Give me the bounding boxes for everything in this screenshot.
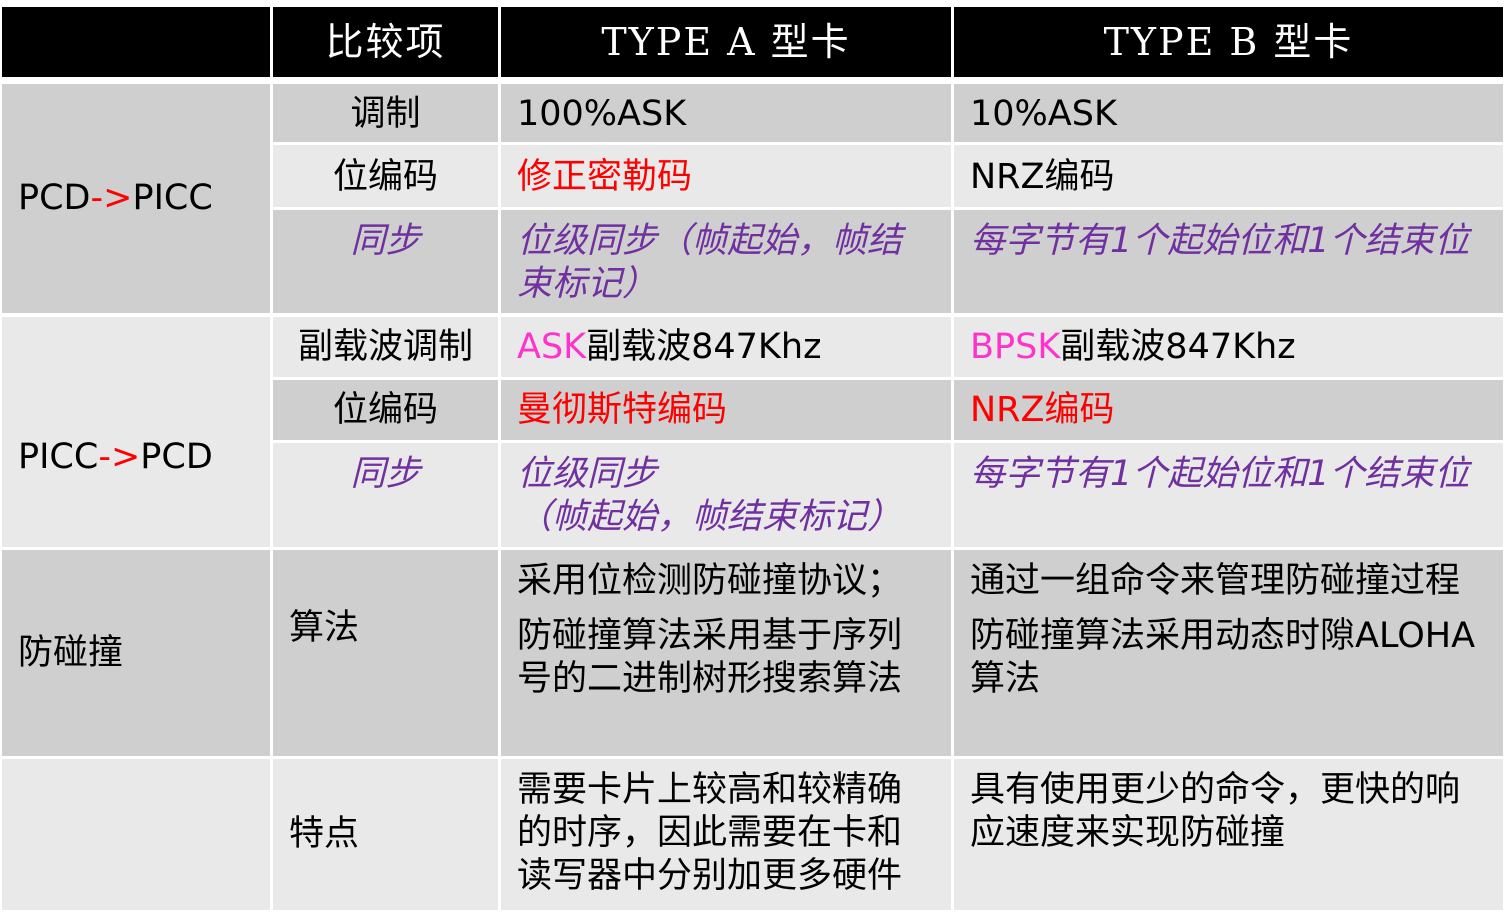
item-subcarrier-modulation: 副载波调制 bbox=[273, 317, 498, 377]
algorithm-paragraph-1: 采用位检测防碰撞协议； bbox=[517, 561, 903, 601]
item-modulation: 调制 bbox=[273, 84, 498, 142]
group-label-pcd: PCD bbox=[140, 436, 213, 477]
group-label-picc: PICC bbox=[18, 436, 99, 477]
algorithm-paragraph-2: 防碰撞算法采用基于序列号的二进制树形搜索算法 bbox=[517, 616, 903, 699]
algorithm-paragraph-1: 通过一组命令来管理防碰撞过程 bbox=[970, 561, 1461, 601]
group-anticollision: 防碰撞 bbox=[2, 550, 270, 756]
header-cell-item: 比较项 bbox=[273, 7, 498, 77]
item-algorithm: 算法 bbox=[273, 550, 498, 756]
direction-arrow: -> bbox=[90, 178, 133, 218]
type-a-sync: 位级同步 （帧起始，帧结束标记） bbox=[501, 443, 951, 547]
algorithm-paragraph-2: 防碰撞算法采用动态时隙ALOHA算法 bbox=[970, 616, 1476, 699]
comparison-table: 比较项 TYPE A 型卡 TYPE B 型卡 PCD -> PICC 调制 100… bbox=[0, 0, 1507, 923]
item-sync: 同步 bbox=[273, 443, 498, 547]
type-a-bit-encoding: 修正密勒码 bbox=[501, 145, 951, 207]
highlight-ask: ASK bbox=[517, 327, 587, 367]
direction-arrow: -> bbox=[98, 436, 141, 477]
type-a-characteristics: 需要卡片上较高和较精确的时序，因此需要在卡和读写器中分别加更多硬件 bbox=[501, 759, 951, 910]
highlight-bpsk: BPSK bbox=[970, 327, 1061, 367]
header-cell-type-a: TYPE A 型卡 bbox=[501, 7, 951, 77]
item-sync: 同步 bbox=[273, 210, 498, 313]
item-bit-encoding: 位编码 bbox=[273, 380, 498, 440]
item-bit-encoding: 位编码 bbox=[273, 145, 498, 207]
type-a-sync: 位级同步（帧起始，帧结束标记） bbox=[501, 210, 951, 313]
type-a-bit-encoding: 曼彻斯特编码 bbox=[501, 380, 951, 440]
type-b-bit-encoding: NRZ编码 bbox=[954, 380, 1503, 440]
sync-line-2: （帧起始，帧结束标记） bbox=[517, 497, 903, 537]
type-b-algorithm: 通过一组命令来管理防碰撞过程 防碰撞算法采用动态时隙ALOHA算法 bbox=[954, 550, 1503, 756]
type-b-subcarrier: BPSK副载波847Khz bbox=[954, 317, 1503, 377]
group-picc-to-pcd: PICC -> PCD bbox=[2, 317, 270, 547]
type-b-modulation: 10%ASK bbox=[954, 84, 1503, 142]
type-b-bit-encoding: NRZ编码 bbox=[954, 145, 1503, 207]
group-label-picc: PICC bbox=[132, 178, 213, 218]
group-label-pcd: PCD bbox=[18, 178, 91, 218]
type-b-sync: 每字节有1个起始位和1个结束位 bbox=[954, 210, 1503, 313]
type-a-subcarrier: ASK副载波847Khz bbox=[501, 317, 951, 377]
group-features bbox=[2, 759, 270, 910]
group-pcd-to-picc: PCD -> PICC bbox=[2, 84, 270, 313]
type-b-characteristics: 具有使用更少的命令，更快的响应速度来实现防碰撞 bbox=[954, 759, 1503, 910]
header-cell-empty bbox=[2, 7, 270, 77]
sync-line-1: 位级同步 bbox=[517, 454, 658, 494]
type-a-algorithm: 采用位检测防碰撞协议； 防碰撞算法采用基于序列号的二进制树形搜索算法 bbox=[501, 550, 951, 756]
item-characteristics: 特点 bbox=[273, 759, 498, 910]
type-b-sync: 每字节有1个起始位和1个结束位 bbox=[954, 443, 1503, 547]
type-a-modulation: 100%ASK bbox=[501, 84, 951, 142]
subcarrier-text: 副载波847Khz bbox=[1060, 327, 1296, 367]
header-cell-type-b: TYPE B 型卡 bbox=[954, 7, 1503, 77]
subcarrier-text: 副载波847Khz bbox=[586, 327, 822, 367]
